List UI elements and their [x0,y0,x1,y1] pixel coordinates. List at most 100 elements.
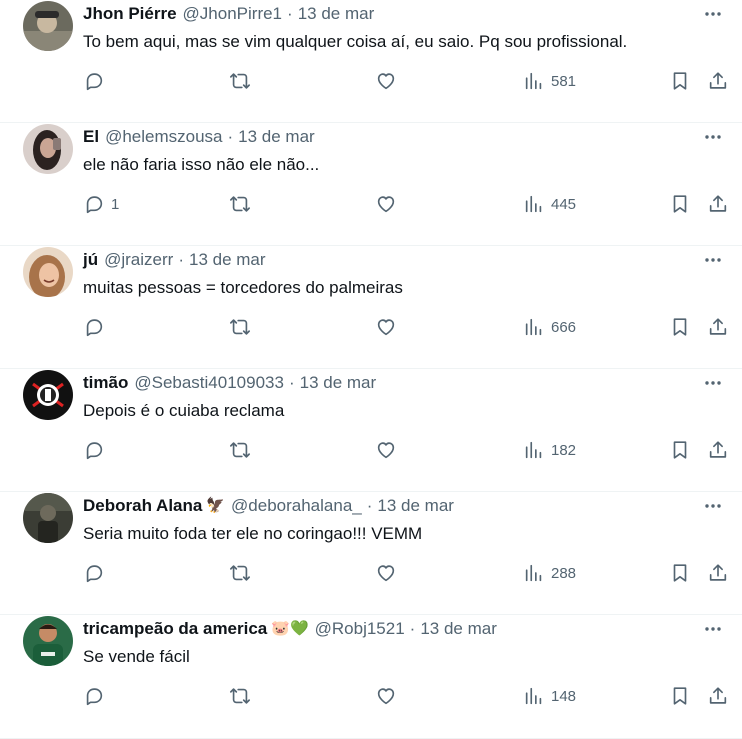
share-button[interactable] [707,437,729,463]
name-emoji: 🐷💚 [271,620,309,637]
bookmark-button[interactable] [669,437,691,463]
tweet-text: Seria muito foda ter ele no coringao!!! … [83,524,423,543]
user-handle[interactable]: @Sebasti40109033 [134,371,284,395]
share-button[interactable] [707,560,729,586]
reply-button[interactable] [83,314,111,340]
display-name[interactable]: Deborah Alana [83,494,202,518]
more-options-icon[interactable] [698,125,728,149]
more-options-icon[interactable] [698,494,728,518]
retweet-button[interactable] [229,683,251,709]
bookmark-icon [673,72,687,90]
bookmark-icon [673,687,687,705]
avatar[interactable] [23,124,73,174]
timestamp[interactable]: 13 de mar [377,494,454,518]
tweet[interactable]: timão @Sebasti40109033 · 13 de mar Depoi… [0,369,742,492]
separator-dot: · [178,250,184,269]
share-button[interactable] [707,191,729,217]
user-handle[interactable]: @Robj1521 [315,617,405,641]
reply-icon [86,688,103,706]
avatar-image [23,370,73,420]
tweet[interactable]: tricampeão da america 🐷💚 @Robj1521 · 13 … [0,615,742,739]
views-chart-icon [525,441,542,459]
timestamp[interactable]: 13 de mar [298,2,375,26]
reply-icon [86,442,103,460]
timestamp[interactable]: 13 de mar [189,248,266,272]
retweet-icon [230,73,250,89]
retweet-button[interactable] [229,314,251,340]
retweet-button[interactable] [229,191,251,217]
bookmark-icon [673,441,687,459]
avatar-image [23,616,73,666]
display-name[interactable]: Jhon Piérre [83,2,177,26]
avatar[interactable] [23,616,73,666]
like-button[interactable] [375,314,397,340]
reply-icon [86,73,103,91]
display-name[interactable]: timão [83,371,128,395]
retweet-icon [230,319,250,335]
retweet-icon [230,688,250,704]
timestamp[interactable]: 13 de mar [420,617,497,641]
like-button[interactable] [375,560,397,586]
tweet-text: muitas pessoas = torcedores do palmeiras [83,278,403,297]
like-button[interactable] [375,437,397,463]
timestamp[interactable]: 13 de mar [300,371,377,395]
bookmark-icon [673,195,687,213]
display-name[interactable]: jú [83,248,98,272]
display-name[interactable]: tricampeão da america [83,617,267,641]
action-bar: 581 [83,68,742,94]
display-name[interactable]: El [83,125,99,149]
like-button[interactable] [375,68,397,94]
views-chart-icon [525,318,542,336]
user-handle[interactable]: @jraizerr [104,248,173,272]
like-button[interactable] [375,191,397,217]
timestamp[interactable]: 13 de mar [238,125,315,149]
share-button[interactable] [707,68,729,94]
more-options-icon[interactable] [698,617,728,641]
more-options-icon[interactable] [698,371,728,395]
avatar[interactable] [23,247,73,297]
tweet[interactable]: Deborah Alana 🦅 @deborahalana_ · 13 de m… [0,492,742,615]
views-button[interactable]: 581 [523,68,576,94]
views-button[interactable]: 666 [523,314,576,340]
avatar[interactable] [23,370,73,420]
share-icon [709,687,727,704]
bookmark-button[interactable] [669,314,691,340]
heart-icon [377,319,395,336]
like-button[interactable] [375,683,397,709]
views-button[interactable]: 288 [523,560,576,586]
bookmark-button[interactable] [669,68,691,94]
reply-button[interactable]: 1 [83,191,119,217]
reply-button[interactable] [83,68,111,94]
bookmark-button[interactable] [669,191,691,217]
reply-button[interactable] [83,437,111,463]
user-handle[interactable]: @JhonPirre1 [183,2,282,26]
view-count: 148 [551,687,577,705]
views-button[interactable]: 445 [523,191,576,217]
avatar[interactable] [23,493,73,543]
user-handle[interactable]: @helemszousa [105,125,222,149]
share-button[interactable] [707,314,729,340]
bookmark-button[interactable] [669,683,691,709]
action-bar: 182 [83,437,742,463]
user-handle[interactable]: @deborahalana_ [231,494,362,518]
reply-button[interactable] [83,560,111,586]
reply-button[interactable] [83,683,111,709]
more-options-icon[interactable] [698,2,728,26]
share-icon [709,72,727,89]
retweet-button[interactable] [229,437,251,463]
tweet[interactable]: jú @jraizerr · 13 de mar muitas pessoas … [0,246,742,369]
views-button[interactable]: 182 [523,437,576,463]
tweet[interactable]: Jhon Piérre @JhonPirre1 · 13 de mar To b… [0,0,742,123]
avatar[interactable] [23,1,73,51]
reply-icon [86,196,103,214]
tweet-text: Se vende fácil [83,647,190,666]
bookmark-button[interactable] [669,560,691,586]
separator-dot: · [409,619,416,638]
tweet[interactable]: El @helemszousa · 13 de mar ele não fari… [0,123,742,246]
share-icon [709,564,727,581]
retweet-button[interactable] [229,68,251,94]
more-options-icon[interactable] [698,248,728,272]
share-button[interactable] [707,683,729,709]
views-button[interactable]: 148 [523,683,576,709]
retweet-button[interactable] [229,560,251,586]
